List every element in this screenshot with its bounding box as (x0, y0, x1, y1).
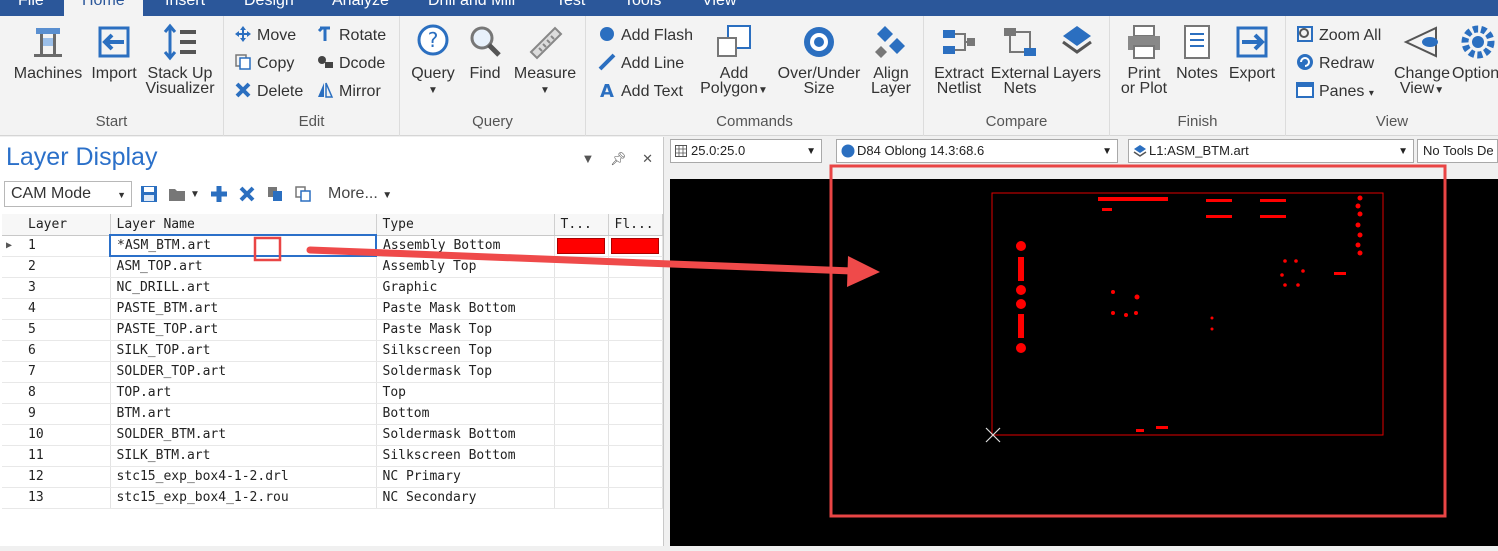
view-highlight-box (829, 164, 1447, 518)
highlight-box (253, 236, 282, 262)
arrow-shaft (306, 246, 856, 275)
arrow-head-icon (847, 256, 880, 287)
annotation-overlay (253, 164, 1447, 518)
